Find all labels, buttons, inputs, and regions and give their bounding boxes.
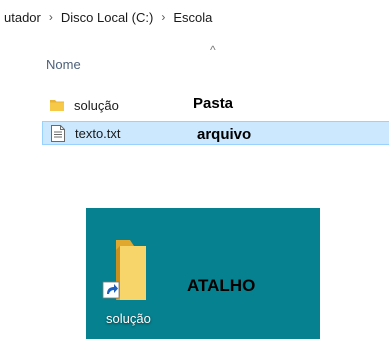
- breadcrumb-item-computer[interactable]: utador: [0, 10, 45, 25]
- annotation-atalho: ATALHO: [187, 276, 256, 295]
- folder-icon: [48, 96, 66, 114]
- text-file-icon: [49, 124, 67, 142]
- file-name: texto.txt: [75, 125, 121, 141]
- breadcrumb-chevron-icon[interactable]: ›: [45, 10, 57, 24]
- folder-name: solução: [74, 97, 119, 113]
- annotation-pasta: Pasta: [193, 95, 234, 112]
- breadcrumb: utador › Disco Local (C:) › Escola: [0, 6, 216, 28]
- annotation-arquivo: arquivo: [197, 126, 252, 143]
- breadcrumb-item-escola[interactable]: Escola: [169, 10, 216, 25]
- sort-ascending-icon[interactable]: ^: [210, 44, 216, 56]
- breadcrumb-chevron-icon[interactable]: ›: [157, 10, 169, 24]
- breadcrumb-item-local-disk[interactable]: Disco Local (C:): [57, 10, 157, 25]
- shortcut-label: solução: [106, 311, 151, 326]
- desktop-background: solução ATALHO: [86, 208, 320, 339]
- folder-shortcut-icon[interactable]: [100, 230, 160, 310]
- file-explorer-panel: utador › Disco Local (C:) › Escola ^ Nom…: [0, 0, 389, 160]
- column-header-name[interactable]: Nome: [46, 57, 81, 72]
